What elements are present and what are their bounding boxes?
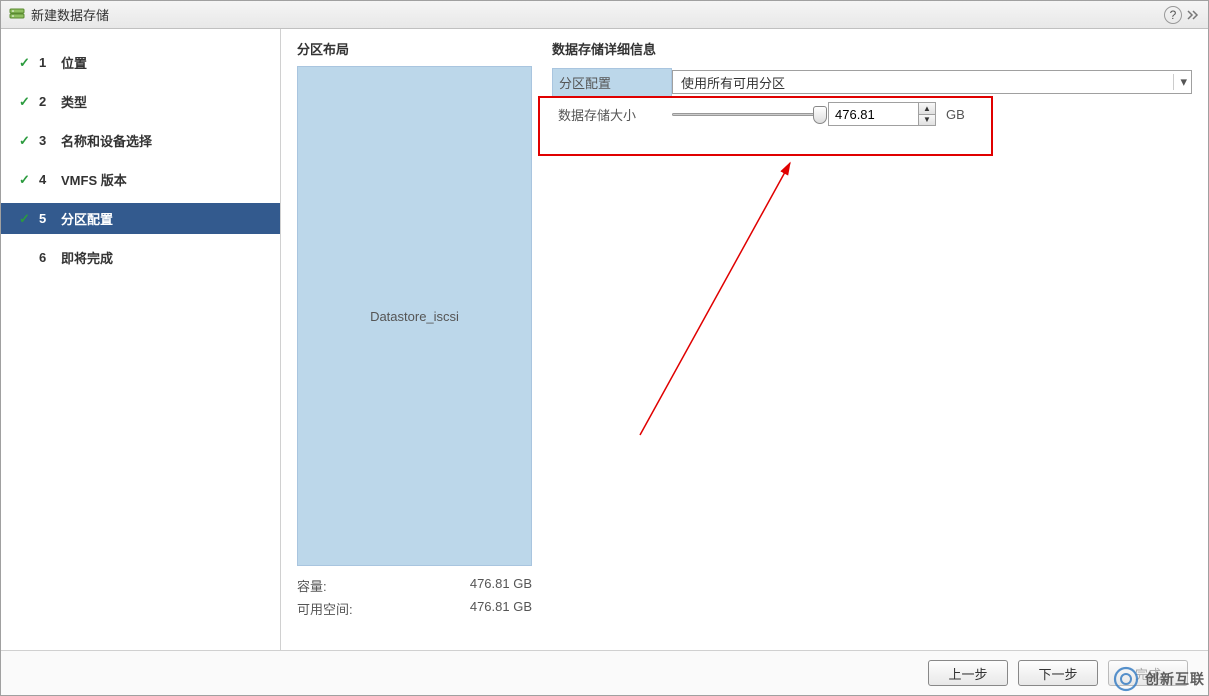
check-icon: ✓: [19, 94, 33, 110]
title-bar-controls: ?: [1164, 6, 1200, 24]
size-unit-label: GB: [946, 107, 965, 122]
finish-button[interactable]: 完成: [1108, 660, 1188, 686]
step-partition-config[interactable]: ✓ 5 分区配置: [1, 203, 280, 234]
check-icon: ✓: [19, 211, 33, 227]
free-space-label: 可用空间:: [297, 599, 353, 618]
spinner-up-button[interactable]: ▲: [919, 103, 935, 115]
collapse-icon[interactable]: [1186, 8, 1200, 22]
partition-config-value-cell: 使用所有可用分区 ▾: [672, 70, 1192, 94]
size-slider[interactable]: [672, 106, 822, 122]
help-icon[interactable]: ?: [1164, 6, 1182, 24]
size-spinner: ▲ ▼: [828, 102, 936, 126]
next-button[interactable]: 下一步: [1018, 660, 1098, 686]
layout-stats: 容量: 476.81 GB 可用空间: 476.81 GB: [297, 576, 532, 622]
partition-config-row: 分区配置 使用所有可用分区 ▾: [552, 66, 1192, 98]
main-layout: ✓ 1 位置 ✓ 2 类型 ✓ 3 名称和设备选择 ✓ 4 VMFS 版本 ✓: [1, 29, 1208, 650]
details-table: 分区配置 使用所有可用分区 ▾ 数据存储大小: [552, 66, 1192, 130]
dialog-footer: 上一步 下一步 完成: [1, 650, 1208, 695]
step-name-device[interactable]: ✓ 3 名称和设备选择: [1, 125, 280, 156]
capacity-value: 476.81 GB: [470, 576, 532, 595]
dropdown-selected-text: 使用所有可用分区: [681, 73, 785, 92]
check-icon: ✓: [19, 133, 33, 149]
free-space-value: 476.81 GB: [470, 599, 532, 618]
spinner-buttons: ▲ ▼: [918, 102, 936, 126]
datastore-size-label: 数据存储大小: [552, 105, 672, 124]
datastore-name-label: Datastore_iscsi: [370, 309, 459, 324]
partition-layout-title: 分区布局: [297, 39, 532, 58]
step-type[interactable]: ✓ 2 类型: [1, 86, 280, 117]
spinner-down-button[interactable]: ▼: [919, 115, 935, 126]
datastore-details-column: 数据存储详细信息 分区配置 使用所有可用分区 ▾ 数据存储大小: [552, 39, 1192, 640]
datastore-icon: [9, 7, 25, 23]
wizard-steps-sidebar: ✓ 1 位置 ✓ 2 类型 ✓ 3 名称和设备选择 ✓ 4 VMFS 版本 ✓: [1, 29, 281, 650]
partition-layout-column: 分区布局 Datastore_iscsi 容量: 476.81 GB 可用空间:…: [297, 39, 532, 640]
new-datastore-dialog: 新建数据存储 ? ✓ 1 位置 ✓ 2 类型 ✓ 3 名称和设备选择: [0, 0, 1209, 696]
title-bar: 新建数据存储 ?: [1, 1, 1208, 29]
partition-config-label: 分区配置: [552, 68, 672, 97]
content-area: 分区布局 Datastore_iscsi 容量: 476.81 GB 可用空间:…: [281, 29, 1208, 650]
capacity-label: 容量:: [297, 576, 327, 595]
step-location[interactable]: ✓ 1 位置: [1, 47, 280, 78]
free-space-row: 可用空间: 476.81 GB: [297, 599, 532, 618]
chevron-down-icon: ▾: [1173, 74, 1187, 90]
size-input[interactable]: [828, 102, 918, 126]
slider-track: [672, 113, 822, 116]
capacity-row: 容量: 476.81 GB: [297, 576, 532, 595]
datastore-details-title: 数据存储详细信息: [552, 39, 1192, 58]
partition-config-dropdown[interactable]: 使用所有可用分区 ▾: [672, 70, 1192, 94]
datastore-size-value-cell: ▲ ▼ GB: [672, 102, 1192, 126]
datastore-size-row: 数据存储大小 ▲ ▼: [552, 98, 1192, 130]
back-button[interactable]: 上一步: [928, 660, 1008, 686]
slider-thumb[interactable]: [813, 106, 827, 124]
partition-layout-box: Datastore_iscsi: [297, 66, 532, 566]
check-icon: ✓: [19, 55, 33, 71]
check-icon: ✓: [19, 172, 33, 188]
step-ready-complete[interactable]: ✓ 6 即将完成: [1, 242, 280, 273]
dialog-title: 新建数据存储: [31, 5, 1164, 24]
step-vmfs-version[interactable]: ✓ 4 VMFS 版本: [1, 164, 280, 195]
